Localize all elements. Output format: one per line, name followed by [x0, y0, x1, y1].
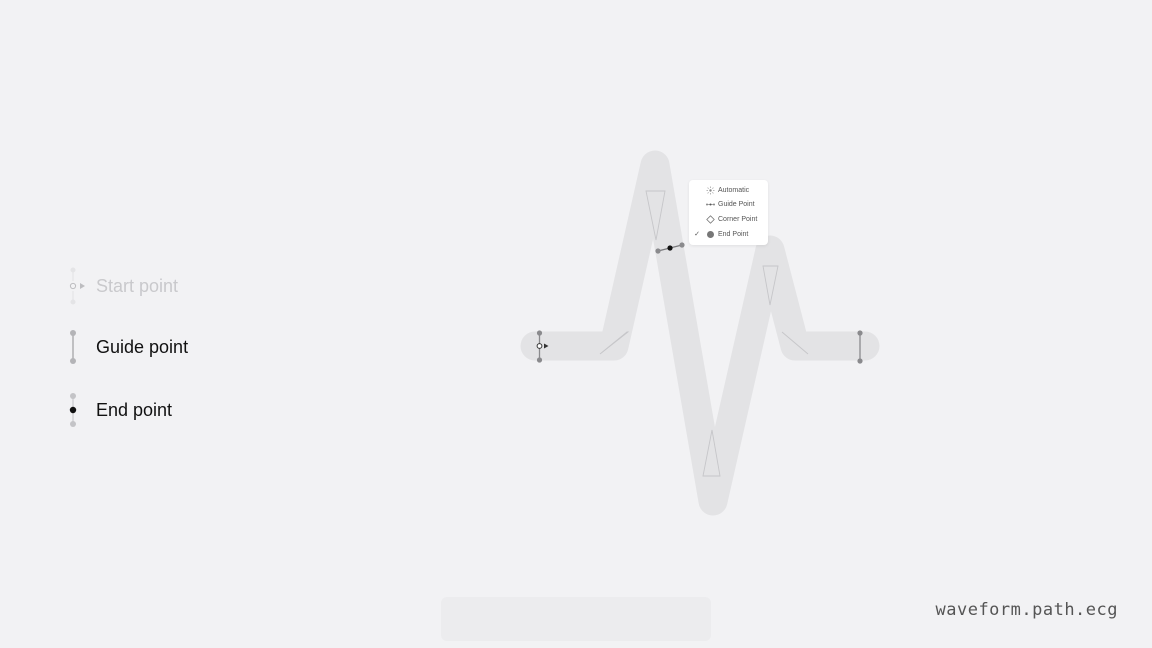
- point-type-menu: Automatic Guide Point Corner Point ✓ End…: [689, 180, 768, 245]
- menu-item-automatic[interactable]: Automatic: [689, 183, 768, 197]
- end-point-icon: [705, 229, 715, 239]
- menu-item-guide-point[interactable]: Guide Point: [689, 197, 768, 211]
- menu-label: Guide Point: [718, 200, 755, 208]
- corner-point-icon: [705, 214, 715, 224]
- guide-point-icon: [705, 199, 715, 209]
- symbol-canvas[interactable]: [0, 0, 1152, 648]
- automatic-icon: [705, 185, 715, 195]
- menu-label: Automatic: [718, 186, 750, 194]
- checkmark-icon: ✓: [694, 231, 700, 238]
- menu-label: Corner Point: [718, 215, 758, 223]
- menu-item-corner-point[interactable]: Corner Point: [689, 212, 768, 226]
- menu-item-end-point[interactable]: ✓ End Point: [689, 227, 768, 241]
- menu-label: End Point: [718, 230, 749, 238]
- symbol-name-label: waveform.path.ecg: [935, 600, 1118, 620]
- bottom-toolbar-placeholder: [441, 597, 711, 641]
